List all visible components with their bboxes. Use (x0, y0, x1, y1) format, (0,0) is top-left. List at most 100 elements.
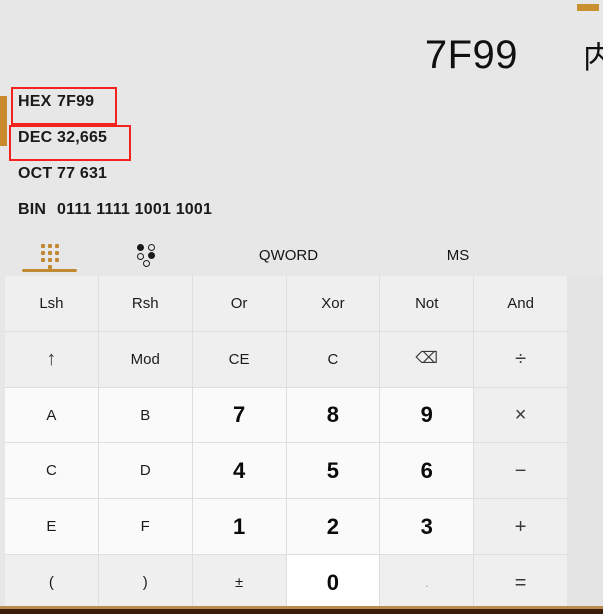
key-and-label: And (507, 294, 534, 312)
key-7[interactable]: 7 (192, 387, 286, 443)
oct-label: OCT (18, 165, 53, 182)
key-paren-open[interactable]: ( (5, 555, 98, 610)
window-bottom-edge (0, 606, 603, 614)
dec-value: 32,665 (57, 129, 108, 146)
key-6-label: 6 (420, 457, 433, 483)
key-decimal: . (380, 555, 474, 610)
key-mod[interactable]: Mod (98, 331, 192, 387)
key-clear[interactable]: C (286, 331, 380, 387)
bit-toggle-icon (136, 243, 159, 267)
key-clear-entry[interactable]: CE (192, 331, 286, 387)
tab-word-size-label: QWORD (258, 246, 319, 264)
display-result: 7F99 (424, 33, 518, 77)
key-mod-label: Mod (130, 350, 160, 368)
key-paren-close[interactable]: ) (98, 555, 192, 610)
key-equals-label: = (514, 571, 527, 594)
key-shift-up-label: ↑ (46, 348, 57, 371)
key-plus-minus[interactable]: ± (192, 555, 286, 610)
key-hex-c-label: C (45, 462, 57, 480)
key-0-label: 0 (326, 569, 340, 595)
key-add-label: + (514, 515, 527, 538)
oct-row[interactable]: OCT 77 631 (0, 156, 340, 192)
key-equals[interactable]: = (474, 555, 567, 610)
key-lsh-label: Lsh (39, 294, 64, 312)
key-hex-b-label: B (140, 406, 151, 424)
key-5[interactable]: 5 (286, 443, 380, 499)
key-or[interactable]: Or (192, 276, 286, 331)
tab-bit-toggle[interactable] (99, 234, 196, 276)
key-rsh[interactable]: Rsh (98, 276, 192, 331)
key-not-label: Not (415, 294, 439, 312)
key-8-label: 8 (326, 402, 340, 428)
tab-memory-label: MS (446, 246, 470, 264)
key-4-label: 4 (232, 457, 246, 483)
bin-value: 0111 1111 1001 1001 (57, 201, 213, 218)
key-plus-minus-label: ± (234, 574, 244, 592)
key-hex-d[interactable]: D (98, 443, 192, 499)
key-0[interactable]: 0 (286, 555, 380, 610)
key-backspace-label: ⌫ (415, 350, 439, 368)
key-3[interactable]: 3 (380, 499, 474, 555)
key-clear-label: C (327, 350, 339, 368)
hex-value: 7F99 (57, 93, 95, 110)
key-subtract[interactable]: − (474, 443, 567, 499)
tab-memory[interactable]: MS (381, 234, 603, 276)
hex-label: HEX (18, 93, 52, 110)
key-and[interactable]: And (474, 276, 567, 331)
tab-bar: QWORD MS (0, 234, 603, 276)
key-hex-b[interactable]: B (98, 387, 192, 443)
key-shift-up[interactable]: ↑ (5, 331, 98, 387)
key-xor[interactable]: Xor (286, 276, 380, 331)
key-add[interactable]: + (474, 499, 567, 555)
dec-label: DEC (18, 129, 53, 146)
tab-keypad[interactable] (0, 234, 99, 276)
key-1-label: 1 (232, 513, 246, 539)
keypad-grid: Lsh Rsh Or Xor Not And ↑ Mod CE C ⌫ ÷ A B 7 8 9 × C D 4 5 6 − E F… (5, 276, 567, 610)
key-hex-c[interactable]: C (5, 443, 98, 499)
calculator-window: 7F99 内 HEX 7F99 DEC 32,665 OCT 77 631 BI… (0, 0, 603, 614)
key-xor-label: Xor (321, 294, 345, 312)
tab-word-size[interactable]: QWORD (196, 234, 381, 276)
key-9[interactable]: 9 (380, 387, 474, 443)
key-paren-open-label: ( (48, 574, 54, 592)
key-backspace[interactable]: ⌫ (380, 331, 474, 387)
key-9-label: 9 (420, 402, 433, 428)
key-5-label: 5 (326, 457, 340, 483)
key-2-label: 2 (326, 513, 340, 539)
clipped-side-label: 内 (583, 42, 603, 73)
oct-value: 77 631 (57, 165, 108, 182)
keypad-grid-icon (39, 242, 61, 269)
key-7-label: 7 (232, 402, 246, 428)
key-lsh[interactable]: Lsh (5, 276, 98, 331)
key-divide[interactable]: ÷ (474, 331, 567, 387)
key-clear-entry-label: CE (228, 350, 250, 368)
key-paren-close-label: ) (142, 574, 148, 592)
key-3-label: 3 (420, 513, 433, 539)
key-6[interactable]: 6 (380, 443, 474, 499)
key-1[interactable]: 1 (192, 499, 286, 555)
dec-row[interactable]: DEC 32,665 (0, 120, 340, 156)
key-multiply[interactable]: × (474, 387, 567, 443)
key-hex-f[interactable]: F (98, 499, 192, 555)
key-rsh-label: Rsh (131, 294, 159, 312)
bin-row[interactable]: BIN 0111 1111 1001 1001 (0, 192, 340, 228)
key-4[interactable]: 4 (192, 443, 286, 499)
keypad-right-gutter (567, 276, 603, 610)
key-hex-e[interactable]: E (5, 499, 98, 555)
key-hex-e-label: E (46, 518, 57, 536)
key-8[interactable]: 8 (286, 387, 380, 443)
tab-selected-underline (22, 269, 77, 272)
key-divide-label: ÷ (515, 348, 527, 371)
key-multiply-label: × (514, 404, 527, 427)
key-hex-d-label: D (139, 462, 151, 480)
key-hex-f-label: F (140, 518, 150, 536)
key-or-label: Or (230, 294, 248, 312)
window-top-accent-bar (577, 4, 599, 11)
key-not[interactable]: Not (380, 276, 474, 331)
key-hex-a-label: A (46, 406, 57, 424)
bin-label: BIN (18, 201, 47, 218)
key-2[interactable]: 2 (286, 499, 380, 555)
key-decimal-label: . (424, 574, 429, 592)
hex-row[interactable]: HEX 7F99 (0, 84, 340, 120)
key-hex-a[interactable]: A (5, 387, 98, 443)
